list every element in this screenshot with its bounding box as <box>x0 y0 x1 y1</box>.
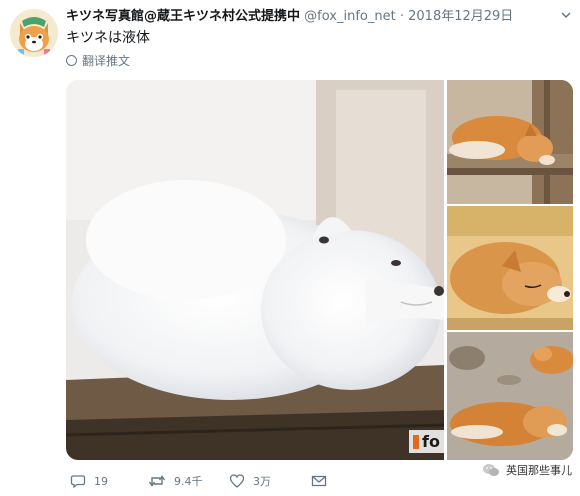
like-count: 3万 <box>253 475 271 488</box>
heart-icon <box>229 474 245 488</box>
fox-avatar-icon <box>10 9 58 57</box>
avatar[interactable] <box>10 9 58 57</box>
dm-button[interactable] <box>311 473 327 489</box>
tweet-text: キツネは液体 <box>66 30 150 46</box>
reply-button[interactable]: 19 <box>70 473 108 489</box>
wechat-icon <box>483 464 499 476</box>
foxes-on-ground-image <box>447 332 573 460</box>
reply-icon <box>70 475 86 489</box>
side-photo-2[interactable] <box>447 206 573 330</box>
globe-icon <box>66 55 77 66</box>
media-grid: fo <box>66 80 573 460</box>
chevron-down-icon[interactable] <box>560 9 572 26</box>
watermark: fo <box>409 430 444 453</box>
retweet-icon <box>148 475 166 487</box>
arctic-fox-image <box>66 80 445 460</box>
display-name[interactable]: キツネ写真館@蔵王キツネ村公式提携中 <box>66 9 300 24</box>
watermark-text: fo <box>422 432 440 451</box>
handle[interactable]: @fox_info_net <box>304 9 396 24</box>
retweet-button[interactable]: 9.4千 <box>148 473 203 489</box>
flag-icon <box>413 434 420 449</box>
reply-count: 19 <box>94 474 108 488</box>
translate-link[interactable]: 翻译推文 <box>66 53 130 69</box>
fox-on-rail-image <box>447 80 573 204</box>
translate-label: 翻译推文 <box>82 54 131 68</box>
fox-lying-image <box>447 206 573 330</box>
main-photo-arctic-fox[interactable]: fo <box>66 80 445 460</box>
tweet-header: キツネ写真館@蔵王キツネ村公式提携中 @fox_info_net · 2018年… <box>66 8 576 25</box>
mail-icon <box>311 475 327 487</box>
like-button[interactable]: 3万 <box>229 473 271 489</box>
wechat-watermark: 英国那些事儿 <box>482 462 572 478</box>
retweet-count: 9.4千 <box>174 475 203 488</box>
side-photo-3[interactable] <box>447 332 573 460</box>
wechat-label: 英国那些事儿 <box>506 464 572 477</box>
side-photo-1[interactable] <box>447 80 573 204</box>
separator-dot: · <box>399 9 404 24</box>
tweet-date[interactable]: 2018年12月29日 <box>408 9 513 24</box>
